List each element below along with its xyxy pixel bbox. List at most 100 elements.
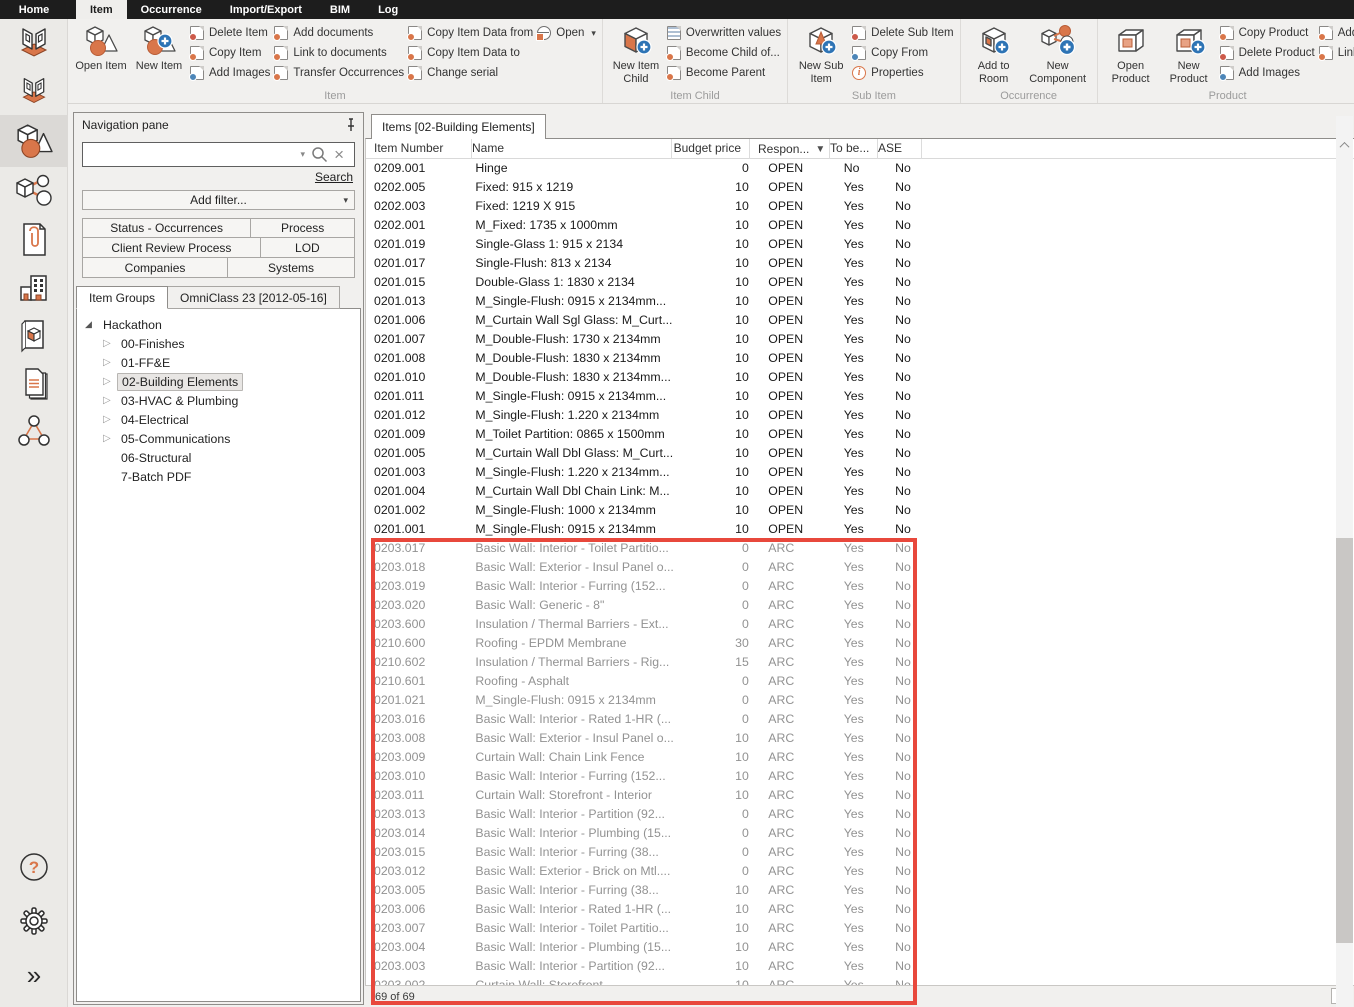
- ribbon-tab[interactable]: Occurrence: [127, 0, 216, 19]
- table-row[interactable]: 0203.018 Basic Wall: Exterior - Insul Pa…: [366, 558, 1354, 577]
- navigation-tab[interactable]: OmniClass 23 [2012-05-16]: [168, 286, 340, 309]
- open-product-button[interactable]: Open Product: [1104, 22, 1158, 85]
- ribbon-small-button[interactable]: Add Images: [190, 65, 270, 81]
- search-input[interactable]: [87, 147, 295, 163]
- table-row[interactable]: 0210.601 Roofing - Asphalt 0 ARC Yes No: [366, 672, 1354, 691]
- tree-collapsed-icon[interactable]: ▷: [103, 433, 117, 444]
- filter-button[interactable]: LOD: [260, 237, 355, 258]
- table-row[interactable]: 0201.008 M_Double-Flush: 1830 x 2134mm 1…: [366, 349, 1354, 368]
- ribbon-small-button[interactable]: Link to documents: [274, 45, 404, 61]
- table-row[interactable]: 0203.019 Basic Wall: Interior - Furring …: [366, 577, 1354, 596]
- table-row[interactable]: 0203.008 Basic Wall: Exterior - Insul Pa…: [366, 729, 1354, 748]
- column-header-name[interactable]: Name: [472, 139, 672, 159]
- table-row[interactable]: 0201.007 M_Double-Flush: 1730 x 2134mm 1…: [366, 330, 1354, 349]
- table-row[interactable]: 0203.002 Curtain Wall: Storefront 10 ARC…: [366, 976, 1354, 985]
- table-row[interactable]: 0201.005 M_Curtain Wall Dbl Glass: M_Cur…: [366, 444, 1354, 463]
- new-product-button[interactable]: New Product: [1162, 22, 1216, 85]
- table-row[interactable]: 0201.011 M_Single-Flush: 0915 x 2134mm..…: [366, 387, 1354, 406]
- table-row[interactable]: 0203.017 Basic Wall: Interior - Toilet P…: [366, 539, 1354, 558]
- column-header-item-number[interactable]: Item Number: [366, 139, 472, 159]
- ribbon-small-button[interactable]: Copy Item Data to: [408, 45, 533, 61]
- sidebar-item-systems[interactable]: [0, 407, 68, 455]
- ribbon-small-button[interactable]: Copy From: [852, 45, 953, 61]
- vertical-scrollbar[interactable]: [1336, 116, 1353, 1007]
- ribbon-small-button[interactable]: Properties: [852, 65, 953, 81]
- new-sub-item-button[interactable]: New Sub Item: [794, 22, 848, 85]
- tree-collapsed-icon[interactable]: ▷: [103, 376, 117, 387]
- add-to-room-button[interactable]: Add to Room: [967, 22, 1021, 85]
- filter-button[interactable]: Client Review Process: [82, 237, 261, 258]
- ribbon-small-button[interactable]: Add documents: [1319, 25, 1354, 41]
- table-row[interactable]: 0203.011 Curtain Wall: Storefront - Inte…: [366, 786, 1354, 805]
- tree-item[interactable]: ◢ ▷ 04-Electrical: [77, 410, 360, 429]
- table-row[interactable]: 0201.004 M_Curtain Wall Dbl Chain Link: …: [366, 482, 1354, 501]
- scrollbar-thumb[interactable]: [1336, 538, 1353, 943]
- table-row[interactable]: 0203.020 Basic Wall: Generic - 8" 0 ARC …: [366, 596, 1354, 615]
- sidebar-item-documents[interactable]: [0, 215, 68, 263]
- ribbon-tab[interactable]: Home: [0, 0, 68, 19]
- table-row[interactable]: 0201.019 Single-Glass 1: 915 x 2134 10 O…: [366, 235, 1354, 254]
- ribbon-tab[interactable]: Import/Export: [216, 0, 316, 19]
- search-link[interactable]: Search: [315, 170, 353, 184]
- tree-item[interactable]: ◢ ▷ 06-Structural: [77, 448, 360, 467]
- ribbon-small-button[interactable]: Copy Product: [1220, 25, 1315, 41]
- table-row[interactable]: 0201.003 M_Single-Flush: 1.220 x 2134mm.…: [366, 463, 1354, 482]
- tree-expanded-icon[interactable]: ◢: [85, 319, 99, 330]
- table-row[interactable]: 0201.013 M_Single-Flush: 0915 x 2134mm..…: [366, 292, 1354, 311]
- tree-item[interactable]: ◢ ▷ 01-FF&E: [77, 353, 360, 372]
- table-row[interactable]: 0203.014 Basic Wall: Interior - Plumbing…: [366, 824, 1354, 843]
- new-component-button[interactable]: New Component: [1025, 22, 1091, 85]
- table-row[interactable]: 0201.010 M_Double-Flush: 1830 x 2134mm..…: [366, 368, 1354, 387]
- filter-button[interactable]: Process: [250, 218, 355, 238]
- ribbon-small-button[interactable]: Delete Sub Item: [852, 25, 953, 41]
- sidebar-item-products[interactable]: [0, 311, 68, 359]
- table-row[interactable]: 0202.001 M_Fixed: 1735 x 1000mm 10 OPEN …: [366, 216, 1354, 235]
- ribbon-small-button[interactable]: Change serial: [408, 65, 533, 81]
- tree-collapsed-icon[interactable]: ▷: [103, 357, 117, 368]
- table-row[interactable]: 0203.015 Basic Wall: Interior - Furring …: [366, 843, 1354, 862]
- table-row[interactable]: 0203.016 Basic Wall: Interior - Rated 1-…: [366, 710, 1354, 729]
- tree-collapsed-icon[interactable]: ▷: [103, 395, 117, 406]
- table-row[interactable]: 0201.009 M_Toilet Partition: 0865 x 1500…: [366, 425, 1354, 444]
- ribbon-small-button[interactable]: Copy Item: [190, 45, 270, 61]
- sidebar-item-floors[interactable]: [0, 67, 68, 115]
- search-history-chevron-icon[interactable]: ▾: [301, 149, 306, 160]
- column-header-budget-price[interactable]: Budget price: [672, 139, 750, 159]
- table-row[interactable]: 0203.013 Basic Wall: Interior - Partitio…: [366, 805, 1354, 824]
- sidebar-item-companies[interactable]: [0, 263, 68, 311]
- ribbon-small-button[interactable]: Delete Item: [190, 25, 270, 41]
- ribbon-tab[interactable]: Log: [364, 0, 412, 19]
- scroll-up-icon[interactable]: [1336, 137, 1353, 154]
- open-menu-button[interactable]: Open ▾: [537, 25, 596, 41]
- table-row[interactable]: 0201.012 M_Single-Flush: 1.220 x 2134mm …: [366, 406, 1354, 425]
- settings-button[interactable]: [0, 897, 68, 945]
- add-filter-button[interactable]: Add filter... ▾: [82, 190, 355, 210]
- tree-collapsed-icon[interactable]: ▷: [103, 338, 117, 349]
- table-row[interactable]: 0202.005 Fixed: 915 x 1219 10 OPEN Yes N…: [366, 178, 1354, 197]
- ribbon-small-button[interactable]: Overwritten values: [667, 25, 781, 41]
- table-row[interactable]: 0201.015 Double-Glass 1: 1830 x 2134 10 …: [366, 273, 1354, 292]
- table-row[interactable]: 0210.600 Roofing - EPDM Membrane 30 ARC …: [366, 634, 1354, 653]
- tree-item[interactable]: ◢ ▷ 05-Communications: [77, 429, 360, 448]
- tree-item[interactable]: ◢ ▷ 02-Building Elements: [77, 372, 360, 391]
- ribbon-tab[interactable]: Item: [76, 0, 127, 19]
- ribbon-tab[interactable]: BIM: [316, 0, 364, 19]
- table-row[interactable]: 0202.003 Fixed: 1219 X 915 10 OPEN Yes N…: [366, 197, 1354, 216]
- sidebar-item-occurrences[interactable]: [0, 167, 68, 215]
- table-row[interactable]: 0203.009 Curtain Wall: Chain Link Fence …: [366, 748, 1354, 767]
- ribbon-small-button[interactable]: Copy Item Data from: [408, 25, 533, 41]
- table-row[interactable]: 0201.017 Single-Flush: 813 x 2134 10 OPE…: [366, 254, 1354, 273]
- ribbon-small-button[interactable]: Become Child of...: [667, 45, 781, 61]
- document-tab[interactable]: Items [02-Building Elements]: [371, 114, 546, 139]
- help-button[interactable]: ?: [0, 843, 68, 891]
- open-item-button[interactable]: Open Item: [74, 22, 128, 73]
- tree-item[interactable]: ◢ ▷ 00-Finishes: [77, 334, 360, 353]
- table-row[interactable]: 0203.012 Basic Wall: Exterior - Brick on…: [366, 862, 1354, 881]
- filter-button[interactable]: Status - Occurrences: [82, 218, 251, 238]
- column-header-to-be[interactable]: To be...: [830, 139, 878, 159]
- table-row[interactable]: 0201.006 M_Curtain Wall Sgl Glass: M_Cur…: [366, 311, 1354, 330]
- column-header-responsible[interactable]: Respon... ▼: [750, 139, 830, 159]
- sidebar-item-reports[interactable]: [0, 359, 68, 407]
- clear-search-icon[interactable]: ×: [334, 146, 344, 163]
- table-row[interactable]: 0203.004 Basic Wall: Interior - Plumbing…: [366, 938, 1354, 957]
